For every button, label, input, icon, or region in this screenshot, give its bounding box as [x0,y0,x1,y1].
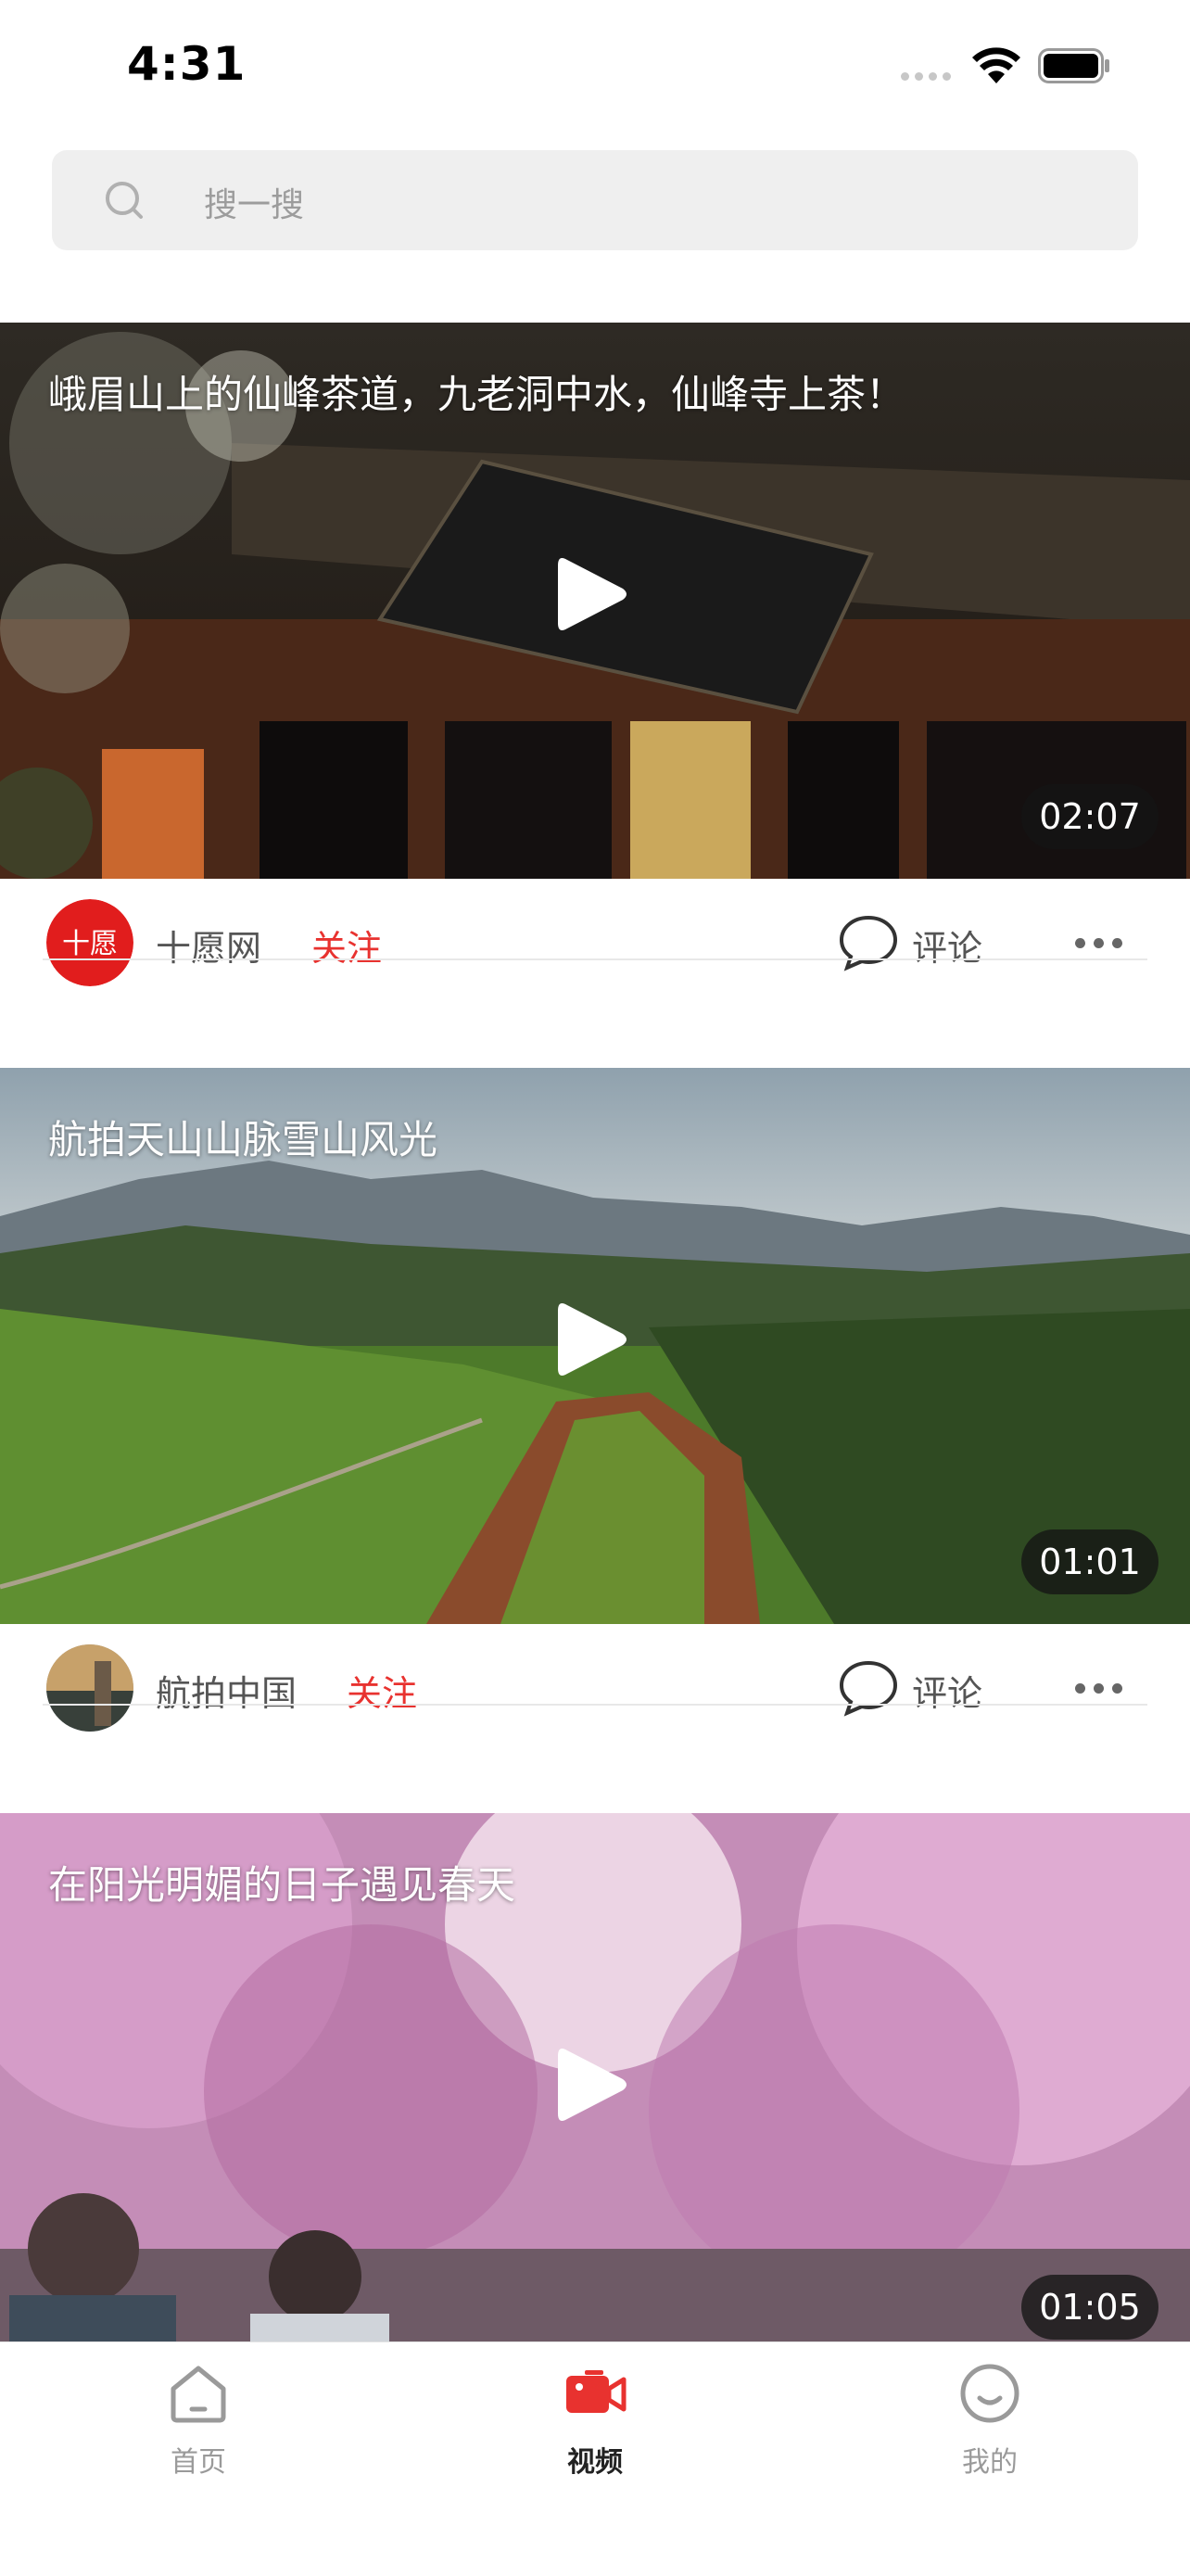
avatar[interactable]: 十愿 [46,899,133,986]
video-thumbnail[interactable]: 峨眉山上的仙峰茶道，九老洞中水，仙峰寺上茶！ 02:07 [0,323,1190,879]
video-duration: 01:05 [1021,2275,1158,2340]
bottom-tab-bar: 首页 视频 我的 [0,2341,1190,2576]
tab-video[interactable]: 视频 [502,2361,688,2491]
video-camera-icon [566,2370,627,2413]
tab-home[interactable]: 首页 [106,2361,291,2491]
author-name[interactable]: 航拍中国 [156,1665,297,1716]
battery-icon [1038,48,1109,83]
svg-text:十愿: 十愿 [62,928,118,960]
video-title: 峨眉山上的仙峰茶道，九老洞中水，仙峰寺上茶！ [48,372,905,417]
play-icon[interactable] [552,2043,630,2126]
cellular-signal-icon [901,72,951,81]
video-meta-row: 航拍中国 关注 评论 [0,1624,1190,1754]
smile-icon [960,2364,1019,2423]
more-icon[interactable] [1075,938,1122,948]
comment-label[interactable]: 评论 [912,1665,982,1716]
video-card: 航拍天山山脉雪山风光 01:01 航拍中国 关注 评论 [0,1068,1190,1754]
play-icon[interactable] [552,1298,630,1381]
video-meta-row: 十愿 十愿网 关注 评论 [0,879,1190,1009]
tab-home-label: 首页 [171,2446,226,2479]
search-placeholder: 搜一搜 [204,186,305,224]
tab-video-label: 视频 [567,2446,623,2479]
video-card: 峨眉山上的仙峰茶道，九老洞中水，仙峰寺上茶！ 02:07 十愿 十愿网 关注 评… [0,323,1190,1009]
video-title: 在阳光明媚的日子遇见春天 [48,1862,516,1908]
tab-me[interactable]: 我的 [897,2361,1082,2491]
follow-button[interactable]: 关注 [347,1665,417,1716]
wifi-icon [972,47,1020,83]
divider [43,1704,1147,1706]
avatar-photo-icon [46,1644,133,1732]
play-icon[interactable] [552,552,630,636]
comment-icon[interactable] [838,1659,899,1717]
video-duration: 02:07 [1021,784,1158,849]
follow-button[interactable]: 关注 [311,920,382,971]
avatar-logo-icon: 十愿 [46,899,133,986]
search-bar[interactable]: 搜一搜 [52,150,1138,250]
more-icon[interactable] [1075,1683,1122,1694]
status-bar: 4:31 [0,0,1190,139]
video-thumbnail[interactable]: 航拍天山山脉雪山风光 01:01 [0,1068,1190,1624]
comment-label[interactable]: 评论 [912,920,982,971]
divider [43,958,1147,960]
video-thumbnail[interactable]: 在阳光明媚的日子遇见春天 01:05 [0,1813,1190,2369]
tab-me-label: 我的 [962,2446,1018,2479]
author-name[interactable]: 十愿网 [156,920,261,971]
avatar[interactable] [46,1644,133,1732]
comment-icon[interactable] [838,914,899,971]
home-icon [171,2366,226,2423]
video-duration: 01:01 [1021,1529,1158,1594]
search-icon [106,182,143,219]
video-card: 在阳光明媚的日子遇见春天 01:05 [0,1813,1190,2369]
video-title: 航拍天山山脉雪山风光 [48,1117,438,1162]
status-time: 4:31 [127,37,247,91]
